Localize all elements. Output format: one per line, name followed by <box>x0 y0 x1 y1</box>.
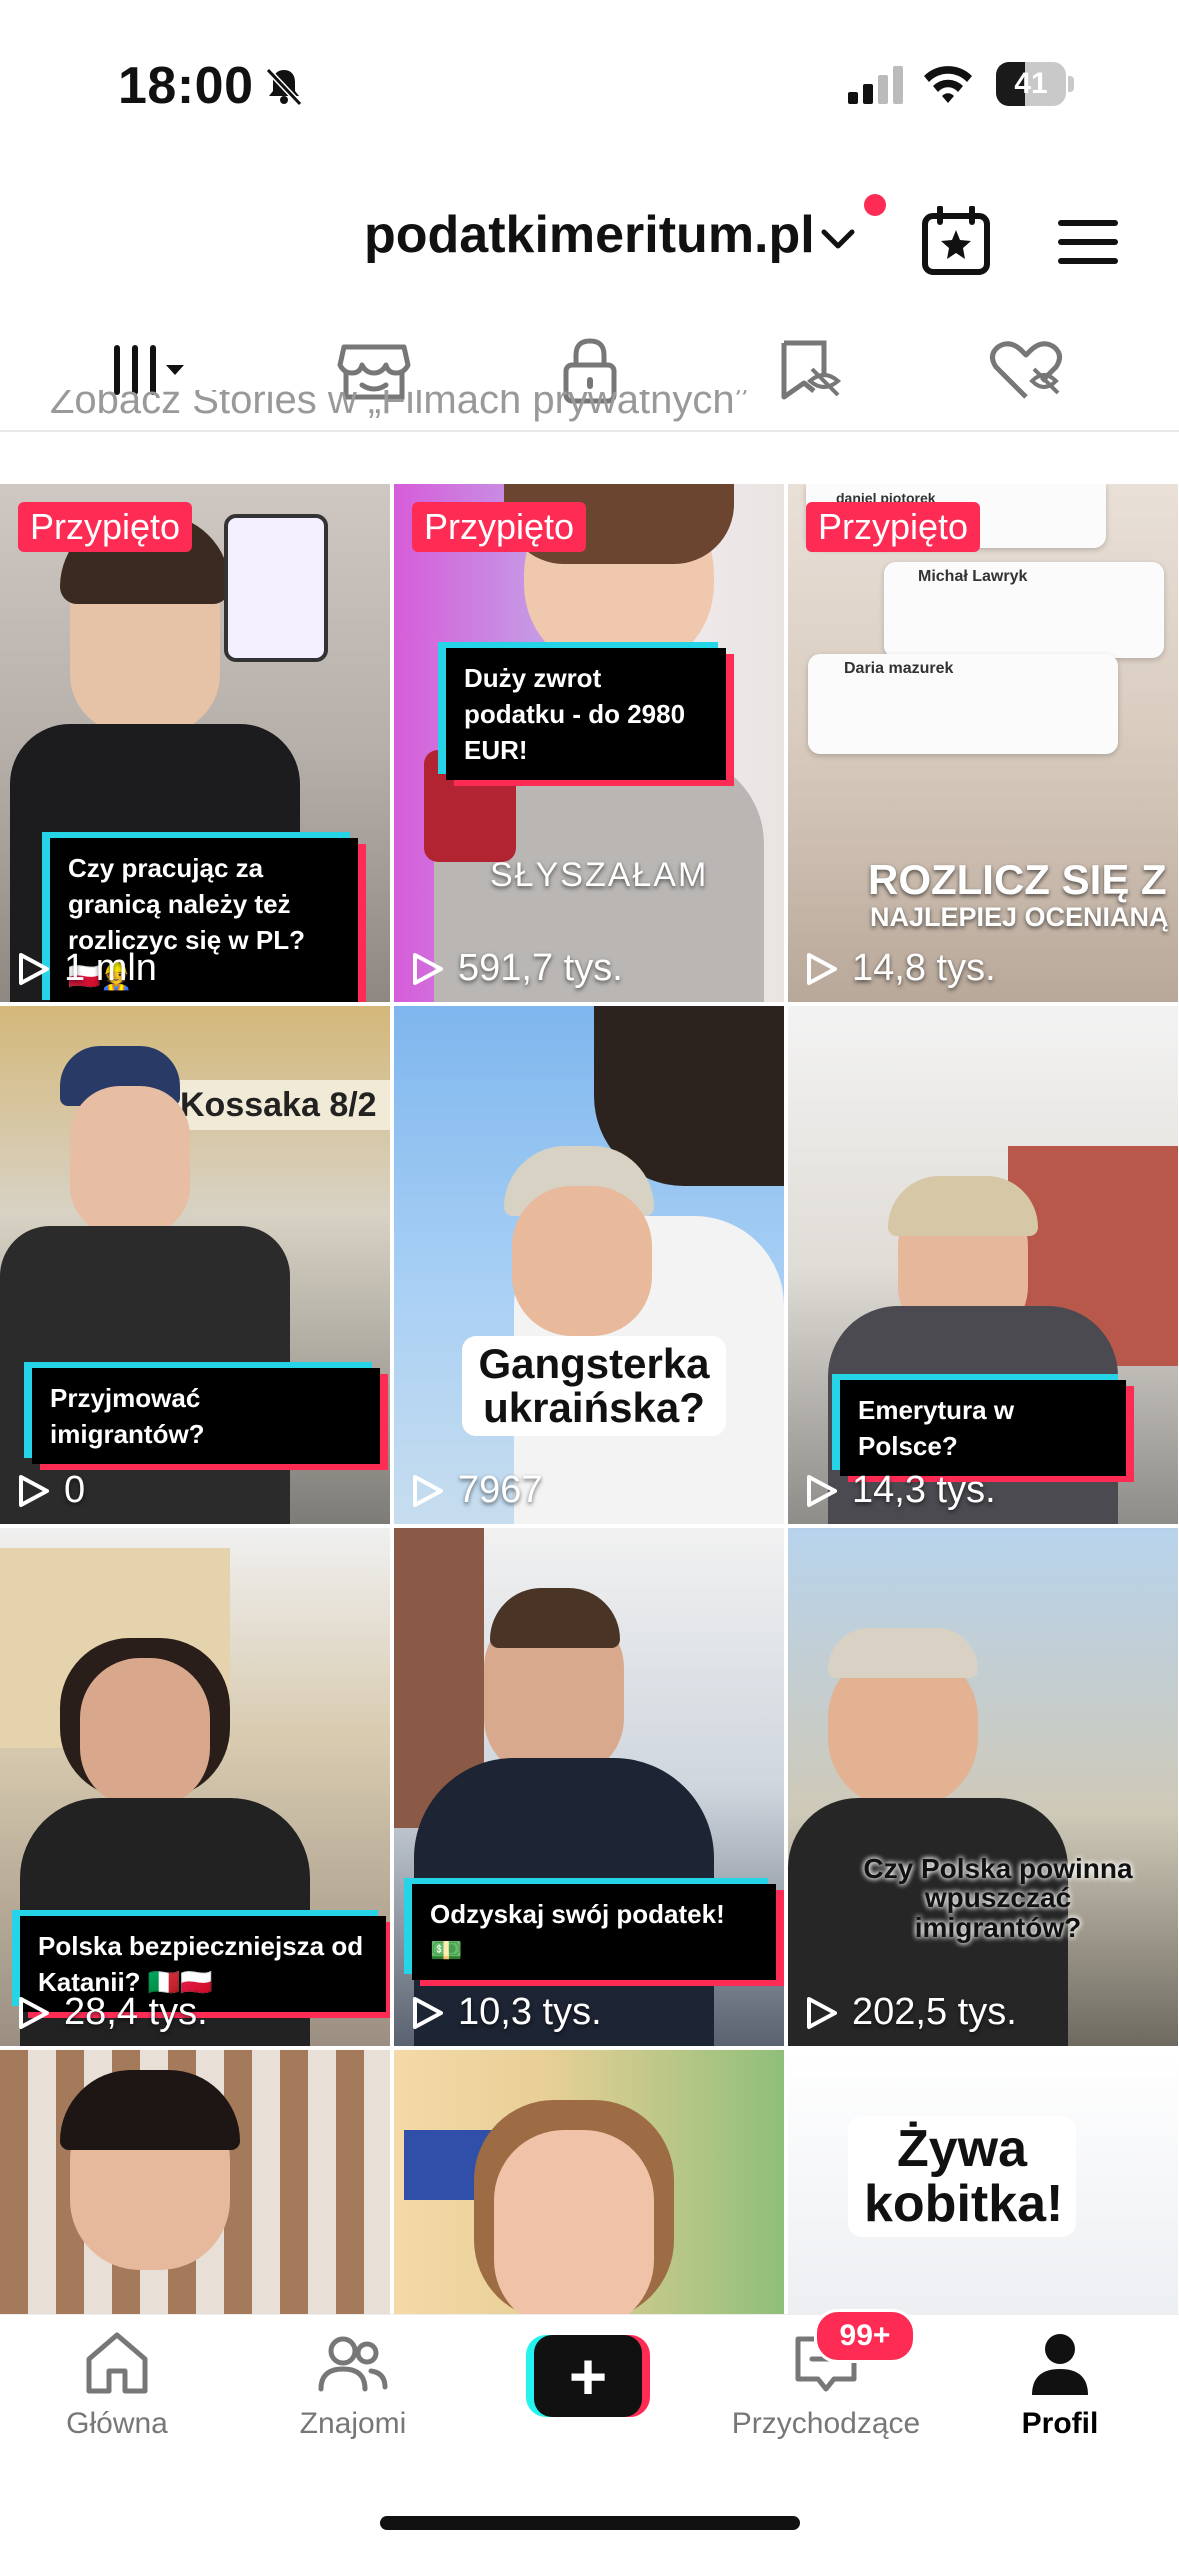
video-thumbnail[interactable]: Przypięto Czy pracując za granicą należy… <box>0 484 390 1002</box>
review-author: Daria mazurek <box>844 660 954 677</box>
wifi-icon <box>924 66 972 103</box>
home-indicator <box>380 2516 800 2530</box>
play-icon <box>413 1997 443 2029</box>
play-icon <box>413 953 443 985</box>
video-thumbnail[interactable] <box>394 2050 784 2314</box>
video-thumbnail[interactable]: Żywa kobitka! <box>788 2050 1178 2314</box>
cellular-signal-icon <box>848 66 903 104</box>
bell-muted-icon <box>265 67 303 107</box>
nav-home[interactable]: Główna <box>17 2315 217 2475</box>
play-icon <box>413 1475 443 1507</box>
play-icon <box>19 953 49 985</box>
play-icon <box>807 953 837 985</box>
battery-level: 41 <box>1014 67 1048 100</box>
nav-friends-label: Znajomi <box>299 2407 407 2440</box>
street-sign-text: Kossaka 8/2 <box>180 1086 377 1124</box>
video-thumbnail[interactable]: Kossaka 8/2 Przyjmować imigrantów? 0 <box>0 1006 390 1524</box>
play-icon <box>19 1475 49 1507</box>
review-author: Michał Lawryk <box>918 568 1028 585</box>
video-caption: Emerytura w Polsce? <box>840 1380 1126 1476</box>
video-overlay-text: SŁYSZAŁAM <box>490 856 709 894</box>
pinned-label: Przypięto <box>18 502 193 552</box>
plus-icon: + <box>568 2339 608 2413</box>
nav-inbox-label: Przychodzące <box>731 2407 921 2440</box>
video-thumbnail[interactable]: Odzyskaj swój podatek! 💵 10,3 tys. <box>394 1528 784 2046</box>
private-stories-banner-peek[interactable]: Zobacz Stories w „Filmach prywatnych” <box>0 390 1179 440</box>
profile-icon <box>1032 2334 1088 2395</box>
video-caption: Gangsterka ukraińska? <box>462 1336 726 1437</box>
nav-friends[interactable]: Znajomi <box>253 2315 453 2475</box>
home-icon <box>86 2332 148 2394</box>
video-caption: Żywa kobitka! <box>848 2116 1076 2238</box>
account-switcher-username[interactable]: podatkimeritum.pl <box>364 205 815 265</box>
nav-home-label: Główna <box>66 2407 168 2440</box>
video-thumbnail[interactable]: Czy Polska powinna wpuszczać imigrantów?… <box>788 1528 1178 2046</box>
video-thumbnail[interactable]: Emerytura w Polsce? 14,3 tys. <box>788 1006 1178 1524</box>
video-caption: Czy Polska powinna wpuszczać imigrantów? <box>863 1853 1133 1943</box>
nav-profile[interactable]: Profil <box>960 2315 1160 2475</box>
play-icon <box>807 1475 837 1507</box>
create-post-button[interactable]: + <box>526 2335 650 2417</box>
video-thumbnail[interactable] <box>0 2050 390 2314</box>
calendar-star-icon[interactable] <box>920 206 992 276</box>
video-caption: Duży zwrot podatku - do 2980 EUR! <box>446 648 726 780</box>
play-icon <box>19 1997 49 2029</box>
video-caption: Odzyskaj swój podatek! 💵 <box>412 1884 776 1980</box>
video-thumbnail[interactable]: Duży zwrot podatku - do 2980 EUR! SŁYSZA… <box>394 484 784 1002</box>
battery-icon: 41 <box>996 62 1074 106</box>
pinned-label: Przypięto <box>806 502 981 552</box>
status-bar: 18:00 41 <box>0 0 1179 170</box>
video-overlay-text: NAJLEPIEJ OCENIANĄ <box>870 902 1169 932</box>
clock: 18:00 <box>118 57 254 115</box>
inbox-badge: 99+ <box>814 2309 916 2363</box>
video-overlay-text: ROZLICZ SIĘ Z <box>868 856 1167 903</box>
pinned-label: Przypięto <box>412 502 587 552</box>
play-icon <box>807 1997 837 2029</box>
video-thumbnail[interactable]: daniel piotorek Michał Lawryk Daria mazu… <box>788 484 1178 1002</box>
chevron-down-icon[interactable] <box>818 224 858 254</box>
video-thumbnail[interactable]: Gangsterka ukraińska? 7967 <box>394 1006 784 1524</box>
video-thumbnail[interactable]: Polska bezpieczniejsza od Katanii? 🇮🇹🇵🇱 … <box>0 1528 390 2046</box>
nav-profile-label: Profil <box>1021 2407 1099 2440</box>
video-caption: Przyjmować imigrantów? <box>32 1368 380 1464</box>
video-grid: Przypięto Czy pracując za granicą należy… <box>0 484 1179 2314</box>
notification-dot <box>864 194 886 216</box>
hamburger-menu-icon[interactable] <box>1058 218 1118 266</box>
friends-icon <box>318 2336 388 2392</box>
